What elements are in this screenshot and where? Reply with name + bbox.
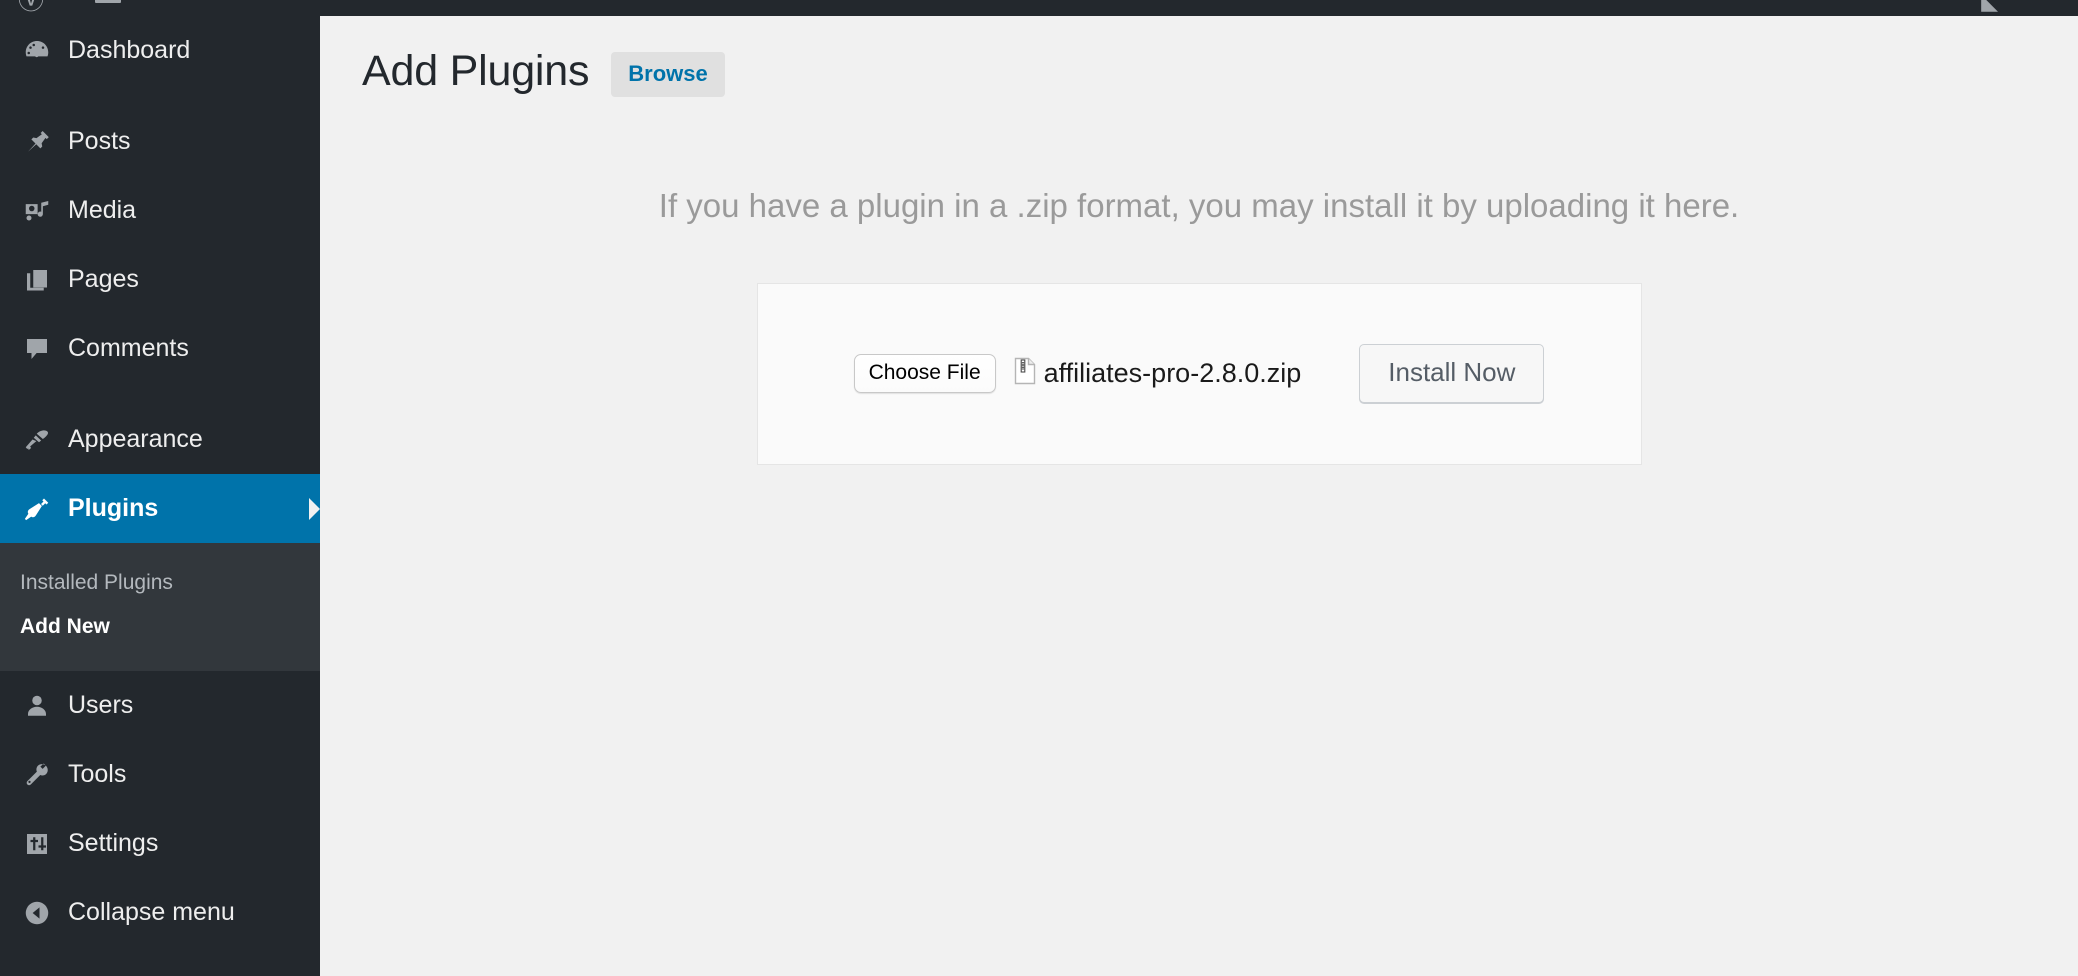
admin-menu: Dashboard Posts Media Pages Comments App… — [0, 16, 320, 947]
file-upload-row: Choose File affiliates-pro-2.8.0.zip Ins… — [853, 344, 1545, 404]
sidebar-item-label: Posts — [68, 127, 131, 155]
sidebar-item-plugins[interactable]: Plugins — [0, 474, 320, 543]
plugins-submenu: Installed Plugins Add New — [0, 543, 320, 671]
submenu-item-add-new[interactable]: Add New — [0, 605, 320, 649]
pages-icon — [14, 265, 60, 295]
sidebar-item-label: Tools — [68, 760, 127, 788]
sidebar-item-label: Dashboard — [68, 36, 191, 64]
sidebar-item-posts[interactable]: Posts — [0, 107, 320, 176]
plugins-plug-icon — [14, 494, 60, 524]
menu-spacer — [0, 383, 320, 405]
install-now-button[interactable]: Install Now — [1359, 344, 1545, 404]
sidebar-item-users[interactable]: Users — [0, 671, 320, 740]
settings-sliders-icon — [14, 829, 60, 859]
sidebar-item-label: Media — [68, 196, 137, 224]
tab-browse[interactable]: Browse — [611, 52, 725, 97]
sidebar-item-label: Plugins — [68, 494, 159, 522]
admin-sidebar: Dashboard Posts Media Pages Comments App… — [0, 16, 320, 976]
upload-instructions: If you have a plugin in a .zip format, y… — [658, 187, 1740, 224]
sidebar-item-label: Pages — [68, 265, 139, 293]
page-header: Add Plugins Browse — [320, 16, 2078, 97]
menu-spacer — [0, 85, 320, 107]
sidebar-item-label: Collapse menu — [68, 898, 235, 926]
media-icon — [14, 196, 60, 226]
plugins-submenu-wrapper: Installed Plugins Add New — [0, 543, 320, 671]
wordpress-admin-screen: Ⓥ ◣ Dashboard Posts Media Pages Comments… — [0, 0, 2078, 976]
submenu-item-installed-plugins[interactable]: Installed Plugins — [0, 561, 320, 605]
site-name-icon[interactable] — [95, 0, 121, 3]
posts-pin-icon — [14, 127, 60, 157]
sidebar-item-settings[interactable]: Settings — [0, 809, 320, 878]
sidebar-item-appearance[interactable]: Appearance — [0, 405, 320, 474]
users-icon — [14, 691, 60, 721]
selected-file-name: affiliates-pro-2.8.0.zip — [1043, 358, 1302, 389]
sidebar-item-label: Appearance — [68, 425, 203, 453]
sidebar-item-label: Settings — [68, 829, 159, 857]
main-content: Add Plugins Browse If you have a plugin … — [320, 16, 2078, 976]
page-title: Add Plugins — [362, 46, 590, 95]
appearance-brush-icon — [14, 425, 60, 455]
submenu-item-label: Add New — [20, 615, 110, 638]
sidebar-item-label: Users — [68, 691, 134, 719]
comments-bubble-icon — [14, 334, 60, 364]
dashboard-icon — [14, 36, 60, 66]
admin-bar: Ⓥ ◣ — [0, 0, 2078, 16]
plugin-upload-panel: Choose File affiliates-pro-2.8.0.zip Ins… — [756, 282, 1642, 465]
selected-file: affiliates-pro-2.8.0.zip — [1014, 357, 1302, 390]
submenu-item-label: Installed Plugins — [20, 571, 173, 594]
sidebar-item-comments[interactable]: Comments — [0, 314, 320, 383]
comments-icon[interactable]: ◣ — [1981, 0, 1998, 15]
sidebar-item-media[interactable]: Media — [0, 176, 320, 245]
sidebar-item-tools[interactable]: Tools — [0, 740, 320, 809]
choose-file-button[interactable]: Choose File — [853, 354, 996, 394]
sidebar-item-collapse-menu[interactable]: Collapse menu — [0, 878, 320, 947]
wordpress-logo-icon[interactable]: Ⓥ — [18, 0, 44, 13]
sidebar-item-dashboard[interactable]: Dashboard — [0, 16, 320, 85]
plugin-upload-area: If you have a plugin in a .zip format, y… — [320, 185, 2078, 465]
sidebar-item-pages[interactable]: Pages — [0, 245, 320, 314]
zip-file-icon — [1014, 357, 1036, 390]
sidebar-item-label: Comments — [68, 334, 189, 362]
collapse-arrow-icon — [14, 898, 60, 928]
tools-wrench-icon — [14, 760, 60, 790]
